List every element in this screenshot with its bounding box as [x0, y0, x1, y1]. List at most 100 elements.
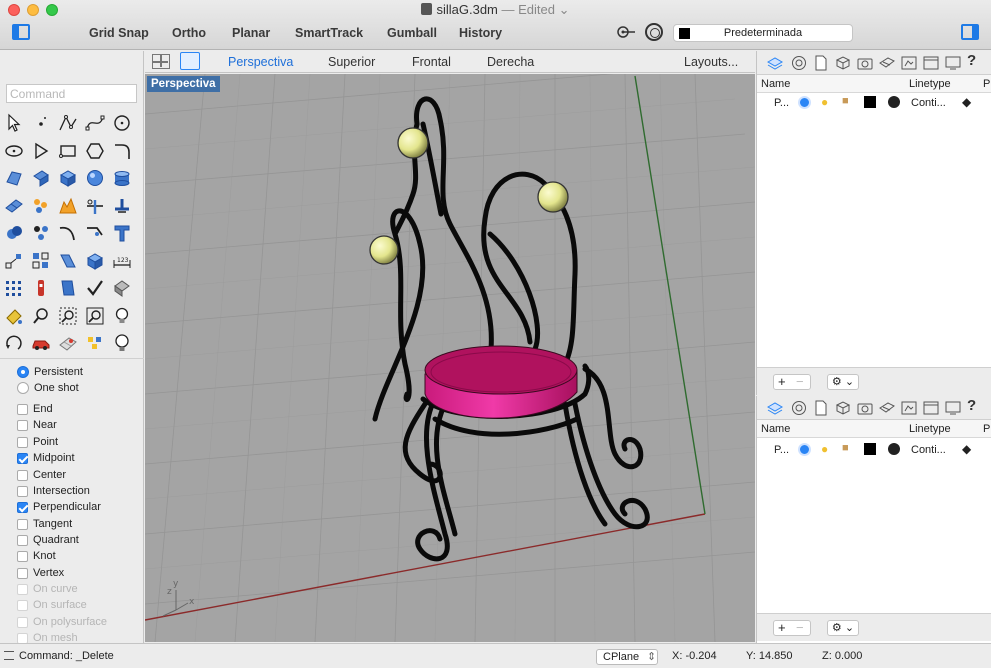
layers-icon[interactable] [767, 55, 783, 71]
visible-bulb-icon[interactable]: ● [821, 442, 828, 456]
lock-icon[interactable]: ■ [842, 442, 849, 454]
column-linetype[interactable]: Linetype [909, 78, 951, 90]
group-icon[interactable] [29, 221, 53, 245]
osnap-midpoint-checkbox[interactable] [17, 452, 28, 464]
osnap-quadrant-checkbox[interactable] [17, 534, 28, 546]
ortho-button[interactable]: Ortho [172, 26, 206, 40]
osnap-perpendicular-checkbox[interactable] [17, 501, 28, 513]
mesh-patch-icon[interactable] [29, 194, 53, 218]
zoom-extents-icon[interactable] [83, 304, 107, 328]
materials-icon[interactable] [879, 55, 895, 71]
layers-icon[interactable] [767, 400, 783, 416]
split-icon[interactable] [110, 194, 134, 218]
layer-color-icon[interactable] [864, 96, 876, 108]
monitor-icon[interactable] [945, 400, 961, 416]
persistent-radio-dot[interactable] [17, 366, 29, 378]
light-bulb-icon[interactable] [110, 304, 134, 328]
perspective-viewport[interactable]: y x z Perspectiva [145, 74, 755, 642]
tab-superior[interactable]: Superior [328, 55, 375, 69]
panel-icon[interactable] [923, 55, 939, 71]
osnap-intersection[interactable]: Intersection [17, 484, 90, 498]
fillet-icon[interactable] [110, 139, 134, 163]
camera-icon[interactable] [857, 55, 873, 71]
remove-layer-icon[interactable]: − [796, 620, 804, 635]
layer-linetype[interactable]: Conti... [911, 444, 946, 456]
monitor-icon[interactable] [945, 55, 961, 71]
car-icon[interactable] [29, 331, 53, 355]
osnap-end-checkbox[interactable] [17, 403, 28, 415]
remove-layer-icon[interactable]: − [796, 374, 804, 389]
check-icon[interactable] [83, 276, 107, 300]
fillet-edge-icon[interactable] [56, 221, 80, 245]
cplane-select[interactable]: CPlane ⇕ [596, 649, 658, 665]
right-sidebar-toggle-icon[interactable] [961, 24, 979, 40]
osnap-midpoint[interactable]: Midpoint [17, 451, 75, 465]
osnap-point-checkbox[interactable] [17, 436, 28, 448]
explode-icon[interactable] [56, 194, 80, 218]
move-icon[interactable] [2, 249, 26, 273]
viewport-canvas[interactable]: y x z [145, 74, 755, 642]
shade-icon[interactable] [110, 276, 134, 300]
osnap-vertex[interactable]: Vertex [17, 566, 64, 580]
column-print[interactable]: Pr [983, 423, 991, 435]
tab-perspectiva[interactable]: Perspectiva [228, 55, 293, 69]
one-shot-radio-dot[interactable] [17, 382, 29, 394]
analyze-icon[interactable] [29, 276, 53, 300]
four-viewports-icon[interactable] [152, 54, 170, 69]
ellipse-icon[interactable] [2, 139, 26, 163]
command-history-icon[interactable] [4, 651, 14, 660]
grid-snap-button[interactable]: Grid Snap [89, 26, 149, 40]
single-viewport-icon[interactable] [180, 52, 200, 70]
circle-icon[interactable] [110, 111, 134, 135]
osnap-point[interactable]: Point [17, 435, 58, 449]
osnap-vertex-checkbox[interactable] [17, 567, 28, 579]
polygon-icon[interactable] [29, 139, 53, 163]
boolean-union-icon[interactable] [2, 221, 26, 245]
persistent-radio[interactable]: Persistent [17, 365, 83, 379]
command-input[interactable] [6, 84, 137, 103]
chair-seat[interactable] [424, 345, 578, 419]
dimension-icon[interactable]: 123 [110, 249, 134, 273]
properties-icon[interactable] [791, 400, 807, 416]
column-print[interactable]: Pr [983, 78, 991, 90]
tab-derecha[interactable]: Derecha [487, 55, 534, 69]
orient-icon[interactable] [56, 249, 80, 273]
history-button[interactable]: History [459, 26, 502, 40]
hexagon-icon[interactable] [83, 139, 107, 163]
current-layer-icon[interactable] [798, 443, 811, 456]
osnap-near[interactable]: Near [17, 418, 57, 432]
document-icon[interactable] [813, 55, 829, 71]
osnap-quadrant[interactable]: Quadrant [17, 533, 79, 547]
tab-frontal[interactable]: Frontal [412, 55, 451, 69]
text-object-icon[interactable] [110, 221, 134, 245]
current-layer-icon[interactable] [798, 96, 811, 109]
osnap-near-checkbox[interactable] [17, 419, 28, 431]
help-icon[interactable]: ? [967, 397, 983, 414]
box-icon[interactable] [56, 166, 80, 190]
trim-icon[interactable] [83, 194, 107, 218]
help-icon[interactable]: ? [967, 52, 983, 69]
display-icon[interactable] [901, 55, 917, 71]
smarttrack-button[interactable]: SmartTrack [295, 26, 363, 40]
one-shot-radio[interactable]: One shot [17, 381, 79, 395]
camera-icon[interactable] [857, 400, 873, 416]
surface-points-icon[interactable] [2, 166, 26, 190]
point-icon[interactable] [29, 111, 53, 135]
column-linetype[interactable]: Linetype [909, 423, 951, 435]
extrude-surface-icon[interactable] [29, 166, 53, 190]
layer-linetype[interactable]: Conti... [911, 97, 946, 109]
osnap-tangent[interactable]: Tangent [17, 517, 72, 531]
planar-button[interactable]: Planar [232, 26, 270, 40]
render-icon[interactable] [56, 276, 80, 300]
layer-row[interactable]: P... ● ■ Conti... ◆ [757, 441, 991, 459]
osnap-intersection-checkbox[interactable] [17, 485, 28, 497]
array-icon[interactable] [29, 249, 53, 273]
layer-row[interactable]: P... ● ■ Conti... ◆ [757, 94, 991, 112]
paint-bucket-icon[interactable] [2, 304, 26, 328]
visible-bulb-icon[interactable]: ● [821, 95, 828, 109]
add-layer-icon[interactable]: + [778, 620, 786, 635]
osnap-knot[interactable]: Knot [17, 549, 56, 563]
layer-color-icon[interactable] [864, 443, 876, 455]
layouts-button[interactable]: Layouts... [684, 55, 738, 69]
polyline-icon[interactable] [56, 111, 80, 135]
